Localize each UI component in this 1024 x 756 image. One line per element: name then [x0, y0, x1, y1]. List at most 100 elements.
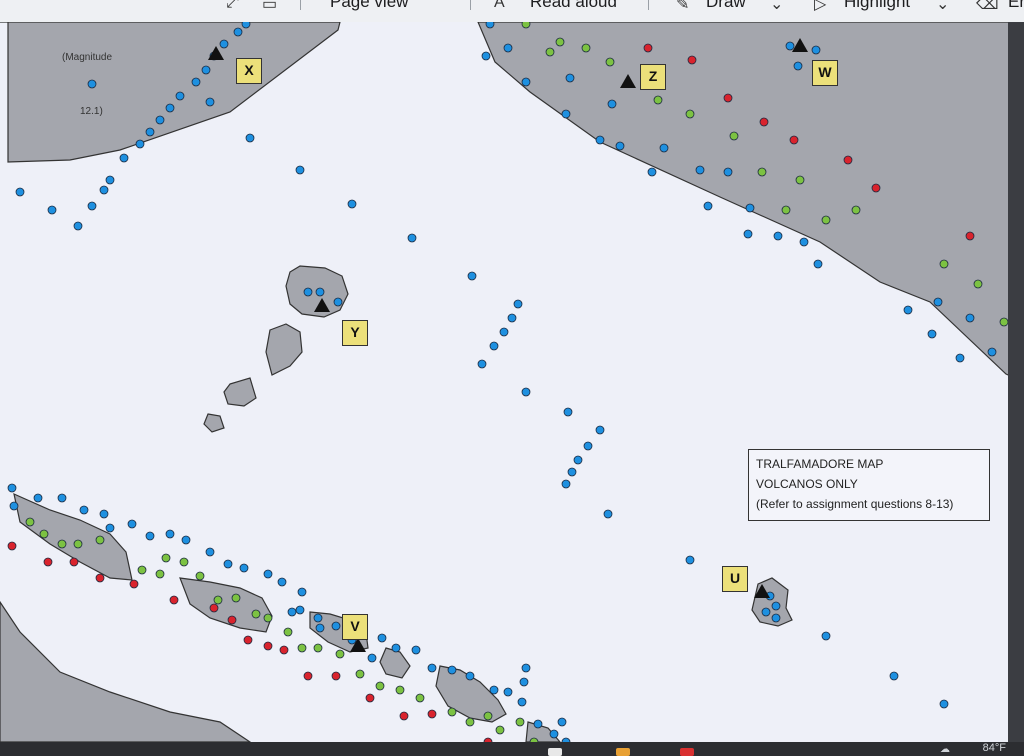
earthquake-dot [43, 557, 53, 567]
earthquake-dot [15, 187, 25, 197]
app-icon[interactable] [680, 748, 694, 756]
map-title-box: TRALFAMADORE MAP VOLCANOS ONLY (Refer to… [748, 449, 990, 521]
earthquake-dot [335, 649, 345, 659]
earthquake-dot [761, 607, 771, 617]
earthquake-dot [129, 579, 139, 589]
earthquake-dot [105, 175, 115, 185]
earthquake-dot [161, 553, 171, 563]
earthquake-dot [181, 535, 191, 545]
earthquake-dot [137, 565, 147, 575]
earthquake-dot [331, 671, 341, 681]
earthquake-dot [427, 663, 437, 673]
chevron-down-icon[interactable]: ⌄ [770, 0, 783, 14]
earthquake-dot [973, 279, 983, 289]
earthquake-dot [277, 577, 287, 587]
earthquake-dot [821, 215, 831, 225]
earthquake-dot [169, 595, 179, 605]
earthquake-dot [69, 557, 79, 567]
earthquake-dot [871, 183, 881, 193]
weather-icon[interactable]: ☁ [940, 744, 950, 755]
earthquake-dot [889, 671, 899, 681]
earthquake-dot [447, 665, 457, 675]
earthquake-dot [283, 627, 293, 637]
earthquake-dot [695, 165, 705, 175]
earthquake-dot [213, 595, 223, 605]
earthquake-dot [365, 693, 375, 703]
earthquake-dot [251, 609, 261, 619]
plate-top-right [477, 22, 1024, 383]
earthquake-dot [813, 259, 823, 269]
earthquake-dot [533, 719, 543, 729]
earthquake-dot [503, 687, 513, 697]
earthquake-dot [7, 483, 17, 493]
earthquake-dot [685, 555, 695, 565]
earthquake-dot [263, 569, 273, 579]
earthquake-dot [477, 359, 487, 369]
earthquake-dot [279, 645, 289, 655]
earthquake-dot [811, 45, 821, 55]
chrome-icon[interactable] [616, 748, 630, 756]
read-aloud-icon[interactable]: A [494, 0, 505, 12]
earthquake-dot [347, 199, 357, 209]
draw-icon[interactable]: ✎ [676, 0, 689, 14]
earthquake-dot [757, 167, 767, 177]
earthquake-dot [175, 91, 185, 101]
map-title: TRALFAMADORE MAP [756, 457, 884, 471]
weather-temperature[interactable]: 84°F [983, 742, 1006, 754]
map-subtitle: VOLCANOS ONLY [756, 477, 858, 491]
earthquake-dot [195, 571, 205, 581]
earthquake-dot [503, 43, 513, 53]
earthquake-dot [263, 613, 273, 623]
earthquake-dot [743, 229, 753, 239]
earthquake-dot [965, 313, 975, 323]
earthquake-dot [955, 353, 965, 363]
earthquake-dot [685, 109, 695, 119]
earthquake-dot [563, 407, 573, 417]
chevron-down-icon[interactable]: ⌄ [936, 0, 949, 14]
earthquake-dot [191, 77, 201, 87]
earthquake-dot [729, 131, 739, 141]
earthquake-dot [263, 641, 273, 651]
earthquake-dot [595, 135, 605, 145]
earthquake-dot [377, 633, 387, 643]
earthquake-dot [287, 607, 297, 617]
file-explorer-icon[interactable] [548, 748, 562, 756]
earthquake-dot [565, 73, 575, 83]
draw-button[interactable]: Draw [706, 0, 746, 12]
earthquake-dot [703, 201, 713, 211]
earthquake-dot [355, 669, 365, 679]
page-view-button[interactable]: Page view [330, 0, 408, 12]
toolbar-divider [300, 0, 301, 10]
erase-button[interactable]: Er [1008, 0, 1024, 12]
screen-bezel [1008, 22, 1024, 742]
highlight-icon[interactable]: ▷ [814, 0, 826, 14]
erase-icon[interactable]: ⌫ [976, 0, 999, 14]
toolbar-divider [470, 0, 471, 10]
fit-page-icon[interactable]: ▭ [262, 0, 277, 14]
earthquake-dot [519, 677, 529, 687]
earthquake-dot [933, 297, 943, 307]
island-chain-1 [13, 492, 133, 581]
earthquake-dot [521, 22, 531, 29]
earthquake-dot [485, 22, 495, 29]
earthquake-dot [427, 709, 437, 719]
pdf-toolbar: ⤢ ▭ Page view A Read aloud ✎ Draw ⌄ ▷ Hi… [0, 0, 1024, 22]
volcano-label-x: X [236, 58, 262, 84]
earthquake-dot [773, 231, 783, 241]
earthquake-dot [47, 205, 57, 215]
earthquake-dot [939, 259, 949, 269]
earthquake-dot [155, 569, 165, 579]
read-aloud-button[interactable]: Read aloud [530, 0, 617, 12]
highlight-button[interactable]: Highlight [844, 0, 910, 12]
earthquake-dot [127, 519, 137, 529]
earthquake-dot [119, 153, 129, 163]
earthquake-dot [73, 221, 83, 231]
rotate-icon[interactable]: ⤢ [226, 0, 239, 12]
earthquake-dot [205, 547, 215, 557]
earthquake-dot [605, 57, 615, 67]
earthquake-dot [415, 693, 425, 703]
earthquake-dot [687, 55, 697, 65]
earthquake-dot [9, 501, 19, 511]
earthquake-dot [595, 425, 605, 435]
earthquake-dot [573, 455, 583, 465]
